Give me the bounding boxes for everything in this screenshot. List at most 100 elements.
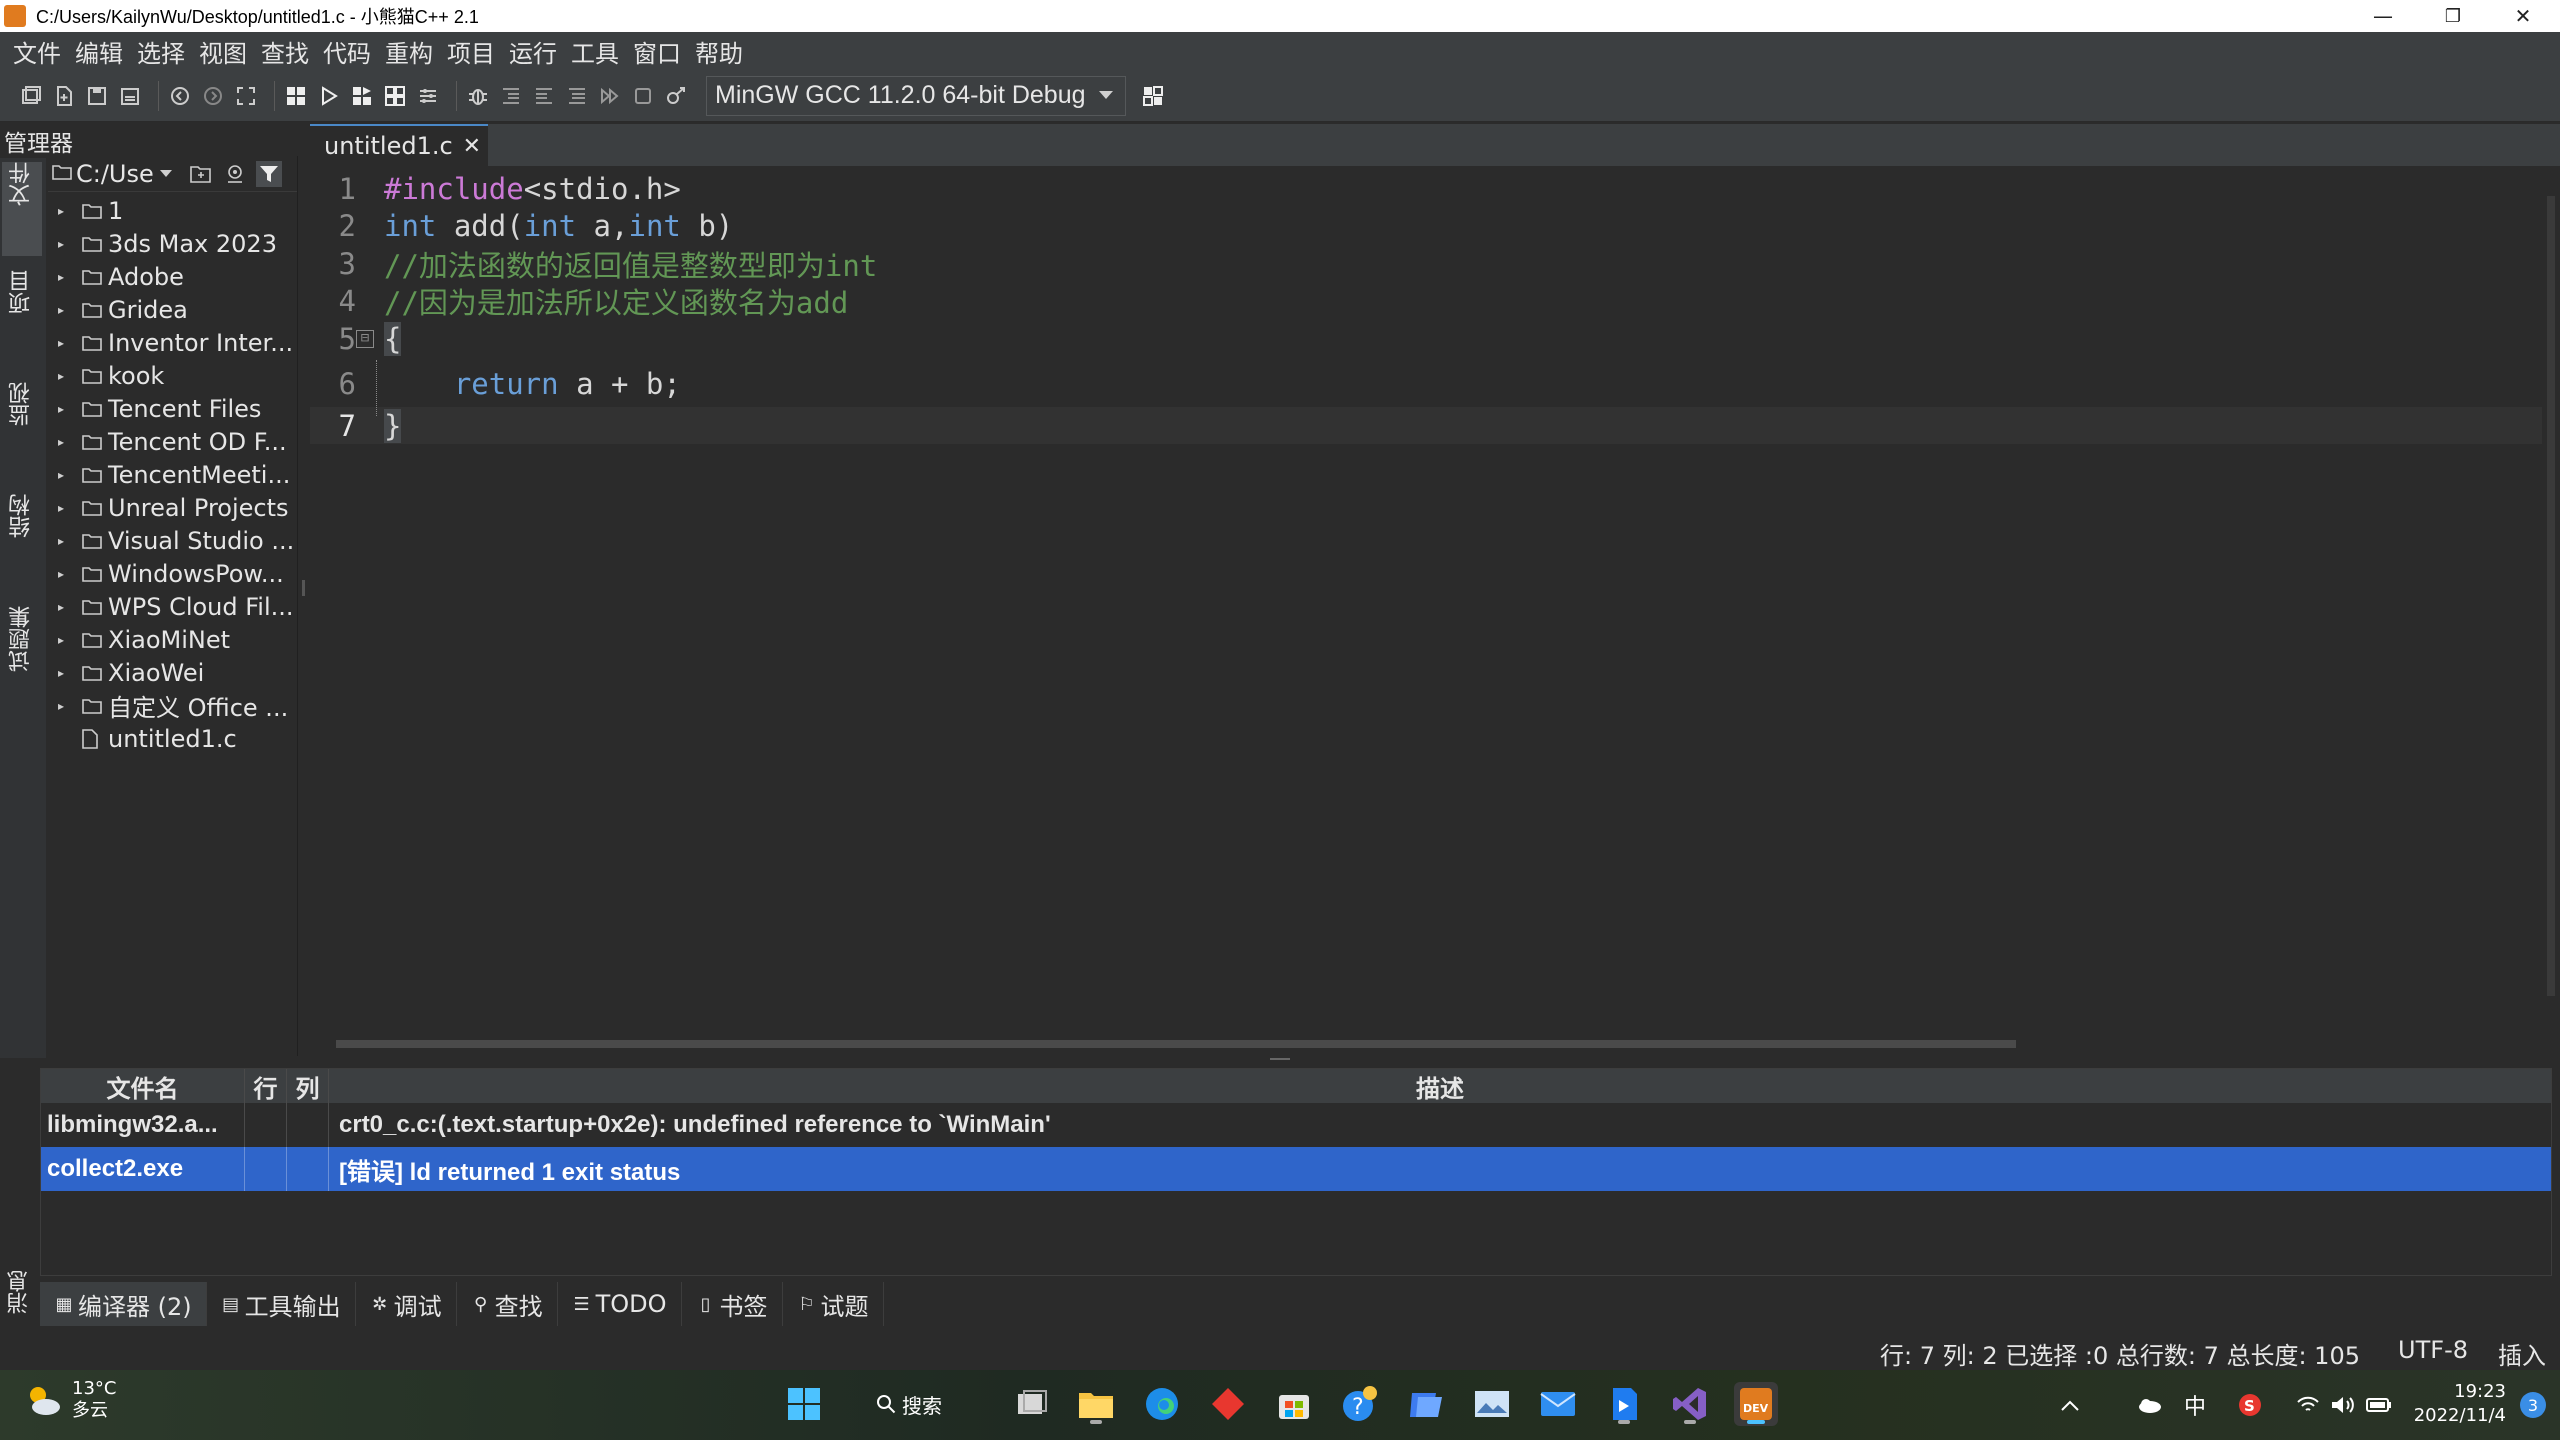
ime-indicator[interactable]: 中: [2184, 1370, 2206, 1440]
code-line[interactable]: 6 return a + b;: [310, 366, 2542, 403]
vtab-messages[interactable]: 消息: [4, 1270, 36, 1314]
stop-icon[interactable]: [630, 83, 656, 109]
path-input[interactable]: C:/Use: [76, 160, 154, 188]
visual-studio-icon[interactable]: [1668, 1382, 1712, 1426]
compiler-select[interactable]: MinGW GCC 11.2.0 64-bit Debug: [706, 75, 1126, 116]
menu-project[interactable]: 项目: [440, 34, 502, 69]
start-icon[interactable]: [782, 1382, 826, 1426]
expand-arrow-icon[interactable]: ▸: [58, 369, 72, 383]
step-out-icon[interactable]: [564, 83, 590, 109]
code-line[interactable]: 1 #include<stdio.h>: [310, 170, 2542, 207]
file-explorer-icon[interactable]: [1074, 1382, 1118, 1426]
expand-arrow-icon[interactable]: ▸: [58, 468, 72, 482]
mail-icon[interactable]: [1536, 1382, 1580, 1426]
vertical-scrollbar[interactable]: [2542, 166, 2560, 1034]
tab-debug[interactable]: ✲ 调试: [356, 1282, 457, 1326]
onedrive-icon[interactable]: [2136, 1370, 2162, 1440]
expand-arrow-icon[interactable]: ▸: [58, 633, 72, 647]
new-project-icon[interactable]: [18, 83, 44, 109]
show-hidden-icons-icon[interactable]: [2060, 1370, 2080, 1440]
compiler-options-icon[interactable]: [1140, 83, 1166, 109]
tree-folder-item[interactable]: ▸ 3ds Max 2023: [48, 227, 297, 260]
save-icon[interactable]: [84, 83, 110, 109]
expand-arrow-icon[interactable]: ▸: [58, 270, 72, 284]
tree-folder-item[interactable]: ▸ WindowsPow...: [48, 557, 297, 590]
menu-view[interactable]: 视图: [192, 34, 254, 69]
menu-help[interactable]: 帮助: [688, 34, 750, 69]
expand-arrow-icon[interactable]: ▸: [58, 435, 72, 449]
tree-folder-item[interactable]: ▸ XiaoWei: [48, 656, 297, 689]
tree-folder-item[interactable]: ▸ Adobe: [48, 260, 297, 293]
volume-icon[interactable]: [2330, 1370, 2356, 1440]
sogou-ime-icon[interactable]: S: [2238, 1370, 2262, 1440]
column-header-desc[interactable]: 描述: [329, 1069, 2551, 1103]
tree-folder-item[interactable]: ▸ TencentMeeti...: [48, 458, 297, 491]
code-editor[interactable]: 1 #include<stdio.h> 2 int add(int a,int b) 3…: [310, 166, 2542, 1034]
tree-folder-item[interactable]: ▸ Tencent OD F...: [48, 425, 297, 458]
expand-arrow-icon[interactable]: ▸: [58, 600, 72, 614]
wifi-icon[interactable]: [2296, 1370, 2320, 1440]
tree-folder-item[interactable]: ▸ 1: [48, 194, 297, 227]
fold-toggle-icon[interactable]: ⊟: [356, 329, 374, 348]
menu-code[interactable]: 代码: [316, 34, 378, 69]
menu-refactor[interactable]: 重构: [378, 34, 440, 69]
tab-bookmark[interactable]: ▯ 书签: [682, 1282, 783, 1326]
panel-splitter[interactable]: [1270, 1058, 1290, 1060]
close-button[interactable]: ✕: [2488, 0, 2558, 32]
code-line[interactable]: 4 //因为是加法所以定义函数名为add: [310, 283, 2542, 320]
tree-folder-item[interactable]: ▸ kook: [48, 359, 297, 392]
menu-run[interactable]: 运行: [502, 34, 564, 69]
code-line[interactable]: 3 //加法函数的返回值是整数型即为int: [310, 245, 2542, 283]
new-file-icon[interactable]: [51, 83, 77, 109]
horizontal-scrollbar[interactable]: [310, 1034, 2542, 1054]
expand-arrow-icon[interactable]: ▸: [58, 402, 72, 416]
expand-arrow-icon[interactable]: ▸: [58, 501, 72, 515]
compile-run-icon[interactable]: [349, 83, 375, 109]
tree-folder-item[interactable]: ▸ XiaoMiNet: [48, 623, 297, 656]
chevron-down-icon[interactable]: [159, 170, 172, 177]
microsoft-store-icon[interactable]: [1272, 1382, 1316, 1426]
debug-bug-icon[interactable]: [465, 83, 491, 109]
code-line[interactable]: 2 int add(int a,int b): [310, 208, 2542, 245]
expand-arrow-icon[interactable]: ▸: [58, 699, 72, 713]
vtab-structure[interactable]: 结构: [2, 494, 42, 594]
code-line[interactable]: 7}: [310, 407, 2542, 444]
tab-untitled1[interactable]: untitled1.c ✕: [310, 124, 488, 166]
tab-problem[interactable]: ⚐ 试题: [783, 1282, 884, 1326]
task-view-icon[interactable]: [1010, 1382, 1054, 1426]
tree-file-item[interactable]: untitled1.c: [48, 722, 297, 755]
back-icon[interactable]: [167, 83, 193, 109]
expand-arrow-icon[interactable]: ▸: [58, 237, 72, 251]
menu-file[interactable]: 文件: [6, 34, 68, 69]
edge-browser-icon[interactable]: [1140, 1382, 1184, 1426]
cloud-app-icon[interactable]: [1404, 1382, 1448, 1426]
forward-icon[interactable]: [200, 83, 226, 109]
run-icon[interactable]: [316, 83, 342, 109]
scrollbar-thumb[interactable]: [336, 1040, 2016, 1048]
expand-arrow-icon[interactable]: ▸: [58, 534, 72, 548]
feishu-app-icon[interactable]: [1602, 1382, 1646, 1426]
battery-icon[interactable]: [2366, 1370, 2392, 1440]
locate-icon[interactable]: [222, 161, 248, 187]
scrollbar-thumb[interactable]: [2547, 196, 2555, 996]
save-all-icon[interactable]: [117, 83, 143, 109]
tab-compiler[interactable]: ▦ 编译器 (2): [40, 1282, 207, 1326]
options-icon[interactable]: [415, 83, 441, 109]
photos-app-icon[interactable]: [1470, 1382, 1514, 1426]
weather-widget[interactable]: 13°C 多云: [24, 1378, 116, 1422]
vtab-watch[interactable]: 监视: [2, 382, 42, 482]
vtab-files[interactable]: 文件: [2, 162, 42, 256]
tree-folder-item[interactable]: ▸ Visual Studio ...: [48, 524, 297, 557]
vtab-project[interactable]: 项目: [2, 270, 42, 370]
tab-todo[interactable]: ☰ TODO: [558, 1282, 682, 1326]
expand-arrow-icon[interactable]: ▸: [58, 567, 72, 581]
expand-arrow-icon[interactable]: ▸: [58, 666, 72, 680]
expand-arrow-icon[interactable]: ▸: [58, 303, 72, 317]
column-header-col[interactable]: 列: [287, 1069, 329, 1103]
close-icon[interactable]: ✕: [463, 134, 481, 159]
table-row[interactable]: libmingw32.a... crt0_c.c:(.text.startup+0…: [41, 1103, 2551, 1147]
step-over-icon[interactable]: [498, 83, 524, 109]
menu-edit[interactable]: 编辑: [68, 34, 130, 69]
column-header-file[interactable]: 文件名: [41, 1069, 245, 1103]
open-folder-icon[interactable]: [188, 161, 214, 187]
